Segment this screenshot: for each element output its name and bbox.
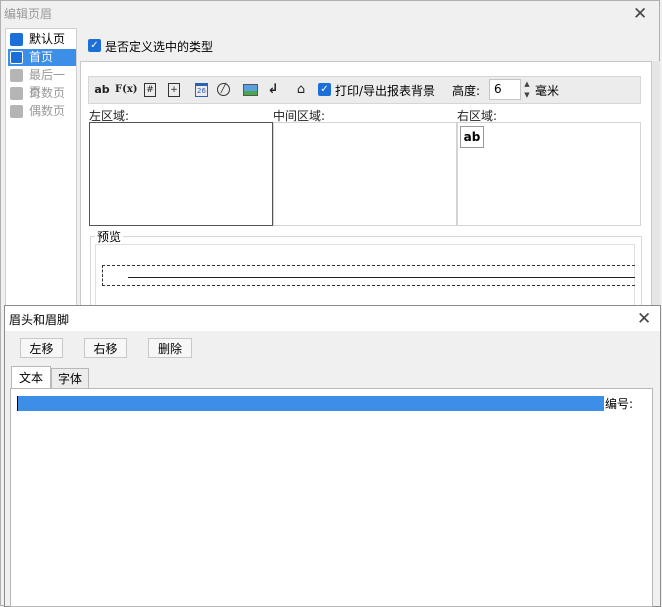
header-page-icon bbox=[10, 105, 23, 118]
vertical-scrollbar[interactable] bbox=[652, 61, 660, 306]
delete-button[interactable]: 删除 bbox=[148, 338, 192, 358]
preview-header-region bbox=[102, 265, 635, 286]
dialog-titlebar bbox=[5, 306, 660, 331]
sidebar-item-first-page[interactable]: 首页 bbox=[8, 49, 76, 66]
height-label: 高度: bbox=[452, 84, 481, 98]
right-area-text-item[interactable]: ab bbox=[460, 126, 484, 148]
text-content: 编号: bbox=[605, 397, 634, 411]
close-icon[interactable]: ✕ bbox=[637, 311, 651, 328]
header-page-icon bbox=[10, 33, 23, 46]
move-right-button[interactable]: 右移 bbox=[84, 338, 127, 358]
tab-font[interactable]: 字体 bbox=[51, 368, 89, 388]
spinner-down-icon[interactable]: ▼ bbox=[521, 90, 533, 100]
tab-text[interactable]: 文本 bbox=[11, 366, 51, 389]
sidebar-item-label: 奇数页 bbox=[29, 86, 66, 100]
customize-type-label: 是否定义选中的类型 bbox=[105, 40, 214, 54]
check-icon: ✓ bbox=[90, 40, 99, 51]
header-toolbar: ab F(x) # + 26 ╱ ↲ ⌂ ✓ 打印/导出报表背景 高度: 6 ▲… bbox=[88, 76, 641, 104]
dialog-title: 编辑页眉 bbox=[4, 7, 53, 21]
sidebar-item-even-page[interactable]: 偶数页 bbox=[8, 103, 76, 120]
page-number-icon[interactable]: # bbox=[144, 83, 156, 97]
header-page-icon bbox=[10, 51, 23, 64]
dialog-title: 眉头和眉脚 bbox=[9, 313, 70, 327]
spinner-up-icon[interactable]: ▲ bbox=[521, 79, 533, 89]
text-editor-area[interactable] bbox=[10, 388, 653, 607]
preview-label: 预览 bbox=[95, 228, 124, 245]
height-input[interactable]: 6 bbox=[489, 79, 521, 100]
sidebar-item-label: 偶数页 bbox=[29, 104, 66, 118]
header-page-icon bbox=[10, 69, 23, 82]
move-left-button[interactable]: 左移 bbox=[20, 338, 63, 358]
page-type-sidebar: 默认页 首页 最后一页 奇数页 偶数页 bbox=[5, 28, 77, 306]
text-selection-highlight bbox=[17, 396, 604, 411]
sidebar-item-default-page[interactable]: 默认页 bbox=[8, 31, 76, 48]
height-unit-label: 毫米 bbox=[535, 84, 560, 98]
text-cursor bbox=[17, 396, 18, 411]
insert-text-button[interactable]: ab bbox=[94, 82, 110, 98]
time-clock-icon[interactable]: ╱ bbox=[217, 83, 230, 96]
check-icon: ✓ bbox=[320, 84, 329, 95]
sidebar-item-label: 默认页 bbox=[29, 32, 66, 46]
preview-header-line bbox=[128, 277, 635, 278]
middle-area-box[interactable] bbox=[273, 122, 457, 226]
left-area-box[interactable] bbox=[89, 122, 273, 226]
date-calendar-icon[interactable]: 26 bbox=[195, 83, 208, 97]
sidebar-item-odd-page[interactable]: 奇数页 bbox=[8, 85, 76, 102]
print-background-checkbox[interactable]: ✓ bbox=[318, 83, 331, 96]
close-icon[interactable]: ✕ bbox=[633, 6, 647, 23]
right-area-box[interactable] bbox=[457, 122, 641, 226]
sidebar-item-last-page[interactable]: 最后一页 bbox=[8, 67, 76, 99]
background-fill-icon[interactable]: ⌂ bbox=[293, 82, 309, 98]
header-page-icon bbox=[10, 87, 23, 100]
print-background-label: 打印/导出报表背景 bbox=[335, 84, 436, 98]
customize-type-checkbox[interactable]: ✓ bbox=[88, 39, 101, 52]
insert-image-icon[interactable] bbox=[243, 84, 258, 96]
sidebar-item-label: 首页 bbox=[29, 50, 54, 64]
insert-formula-button[interactable]: F(x) bbox=[115, 82, 138, 98]
total-pages-icon[interactable]: + bbox=[168, 83, 180, 97]
line-break-icon[interactable]: ↲ bbox=[267, 82, 279, 98]
